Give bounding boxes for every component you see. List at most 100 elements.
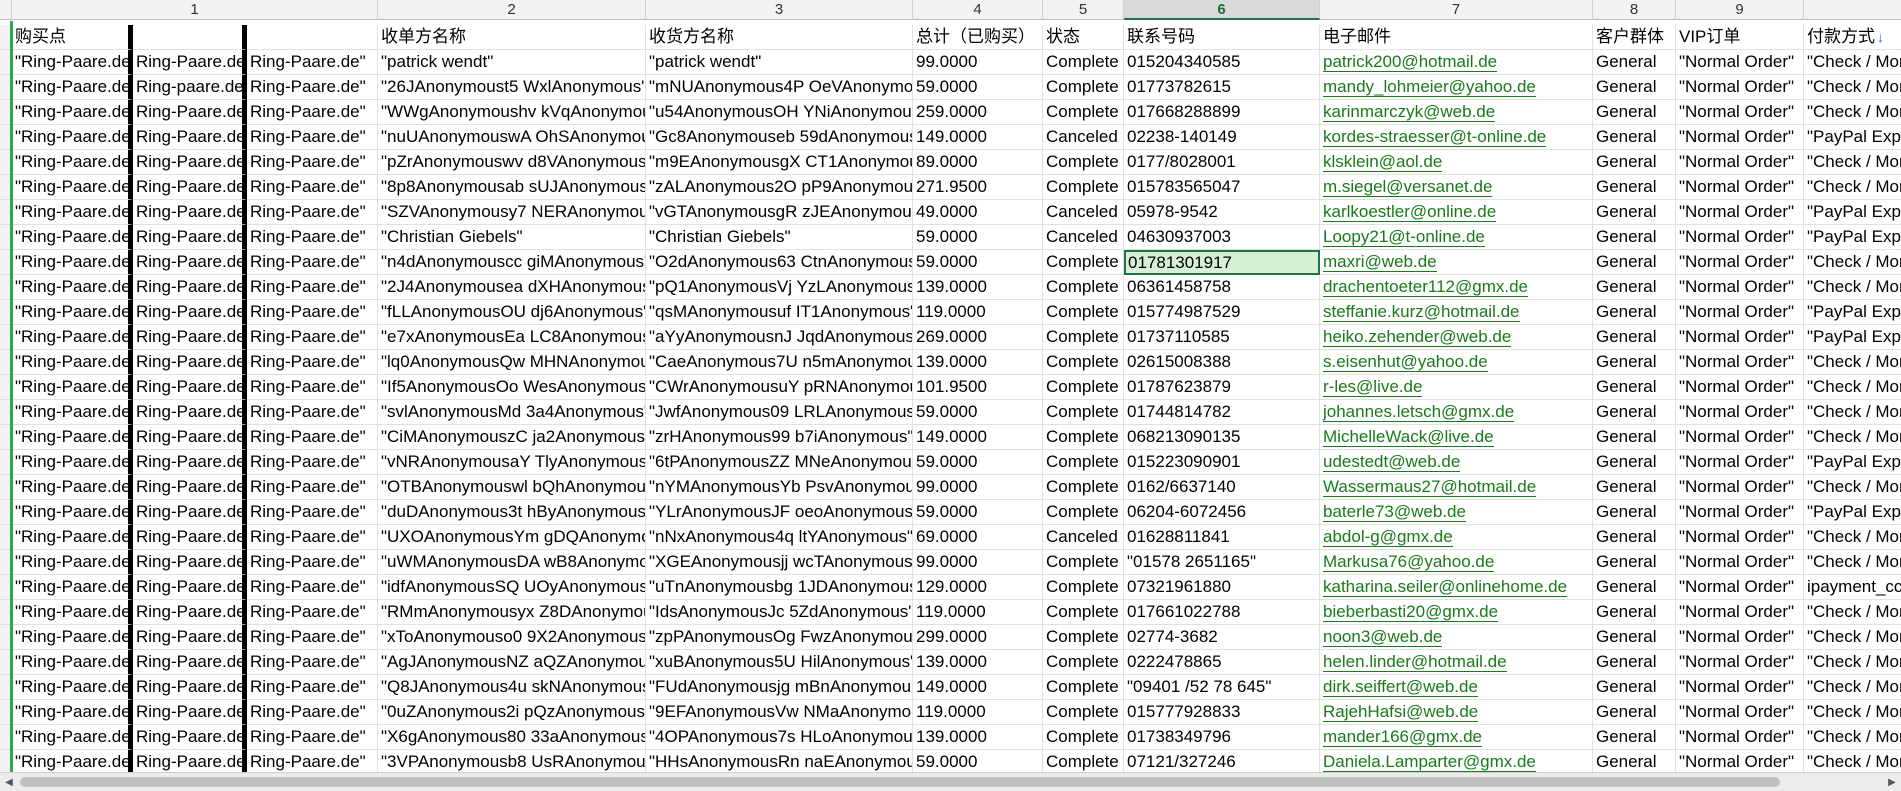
table-cell[interactable]: udestedt@web.de	[1320, 450, 1593, 475]
table-cell[interactable]: "svlAnonymousMd 3a4Anonymous"	[378, 400, 646, 425]
header-cell[interactable]: VIP订单	[1676, 25, 1804, 50]
table-cell[interactable]: "Ring-Paare.de"	[12, 425, 133, 450]
table-cell[interactable]: Ring-Paare.de"	[247, 400, 378, 425]
table-cell[interactable]: "PayPal Express"	[1804, 225, 1901, 250]
email-link[interactable]: RajehHafsi@web.de	[1323, 703, 1479, 722]
table-cell[interactable]: "Normal Order"	[1676, 225, 1804, 250]
table-cell[interactable]: "Check / Money order"	[1804, 550, 1901, 575]
table-cell[interactable]: Ring-Paare.de"	[133, 400, 247, 425]
table-cell[interactable]: Ring-Paare.de"	[133, 625, 247, 650]
table-cell[interactable]: Complete	[1043, 375, 1124, 400]
table-cell[interactable]: Ring-paare.de"	[133, 75, 247, 100]
table-cell[interactable]: General	[1593, 275, 1676, 300]
table-cell[interactable]: Complete	[1043, 500, 1124, 525]
table-cell[interactable]: "Ring-Paare.de"	[12, 625, 133, 650]
table-cell[interactable]: "Ring-Paare.de"	[12, 200, 133, 225]
table-cell[interactable]: 01738349796	[1124, 725, 1320, 750]
table-cell[interactable]: "Check / Money order"	[1804, 150, 1901, 175]
email-link[interactable]: kordes-straesser@t-online.de	[1323, 128, 1547, 147]
table-cell[interactable]: "Normal Order"	[1676, 450, 1804, 475]
table-cell[interactable]: "vNRAnonymousaY TlyAnonymous"	[378, 450, 646, 475]
table-cell[interactable]: 0162/6637140	[1124, 475, 1320, 500]
spreadsheet-grid[interactable]: 1 2 3 4 5 6 7 8 9 购买点 收单方名称 收货方名称 总计（已购买） 状态 联系号码 电子邮件客…	[0, 0, 1901, 775]
table-cell[interactable]: MichelleWack@live.de	[1320, 425, 1593, 450]
table-cell[interactable]: Complete	[1043, 600, 1124, 625]
table-cell[interactable]: "Normal Order"	[1676, 400, 1804, 425]
table-cell[interactable]: heiko.zehender@web.de	[1320, 325, 1593, 350]
table-cell[interactable]: 01787623879	[1124, 375, 1320, 400]
table-cell[interactable]: "n4dAnonymouscc giMAnonymous"	[378, 250, 646, 275]
table-cell[interactable]: Ring-Paare.de"	[247, 75, 378, 100]
table-cell[interactable]: 59.0000	[913, 500, 1043, 525]
active-cell[interactable]: 01781301917	[1124, 250, 1320, 275]
email-link[interactable]: m.siegel@versanet.de	[1323, 178, 1493, 197]
table-cell[interactable]: "Normal Order"	[1676, 375, 1804, 400]
table-cell[interactable]: General	[1593, 475, 1676, 500]
table-cell[interactable]: "Ring-Paare.de"	[12, 500, 133, 525]
table-cell[interactable]: Ring-Paare.de"	[247, 150, 378, 175]
table-cell[interactable]: "SZVAnonymousy7 NERAnonymous"	[378, 200, 646, 225]
table-cell[interactable]: "If5AnonymousOo WesAnonymous"	[378, 375, 646, 400]
table-cell[interactable]: Ring-Paare.de"	[247, 625, 378, 650]
table-cell[interactable]: "Normal Order"	[1676, 475, 1804, 500]
table-cell[interactable]: "nuUAnonymouswA OhSAnonymous"	[378, 125, 646, 150]
table-cell[interactable]: 149.0000	[913, 125, 1043, 150]
table-cell[interactable]: "Check / Money order"	[1804, 50, 1901, 75]
table-cell[interactable]: Ring-Paare.de"	[247, 450, 378, 475]
table-cell[interactable]: Ring-Paare.de"	[133, 475, 247, 500]
table-cell[interactable]: Ring-Paare.de"	[247, 500, 378, 525]
table-cell[interactable]: 269.0000	[913, 325, 1043, 350]
table-cell[interactable]: "4OPAnonymous7s HLoAnonymous"	[646, 725, 913, 750]
table-cell[interactable]: General	[1593, 600, 1676, 625]
table-cell[interactable]: Ring-Paare.de"	[247, 600, 378, 625]
table-cell[interactable]: Complete	[1043, 425, 1124, 450]
table-cell[interactable]: Complete	[1043, 50, 1124, 75]
table-cell[interactable]: 149.0000	[913, 425, 1043, 450]
table-cell[interactable]: Ring-Paare.de"	[133, 350, 247, 375]
table-cell[interactable]: 129.0000	[913, 575, 1043, 600]
table-cell[interactable]: "Ring-Paare.de"	[12, 675, 133, 700]
table-cell[interactable]: "8p8Anonymousab sUJAnonymous"	[378, 175, 646, 200]
table-cell[interactable]: "Normal Order"	[1676, 625, 1804, 650]
table-cell[interactable]: General	[1593, 350, 1676, 375]
table-cell[interactable]: "Q8JAnonymous4u skNAnonymous"	[378, 675, 646, 700]
table-cell[interactable]: "PayPal Express"	[1804, 200, 1901, 225]
table-cell[interactable]: "Ring-Paare.de"	[12, 275, 133, 300]
table-cell[interactable]: 06204-6072456	[1124, 500, 1320, 525]
table-cell[interactable]: "Check / Money order"	[1804, 525, 1901, 550]
table-cell[interactable]: Ring-Paare.de"	[247, 375, 378, 400]
table-cell[interactable]: mander166@gmx.de	[1320, 725, 1593, 750]
table-cell[interactable]: 0177/8028001	[1124, 150, 1320, 175]
table-cell[interactable]: Ring-Paare.de"	[247, 225, 378, 250]
table-cell[interactable]: "Ring-Paare.de"	[12, 325, 133, 350]
table-cell[interactable]: Ring-Paare.de"	[133, 100, 247, 125]
table-cell[interactable]: Ring-Paare.de"	[133, 300, 247, 325]
table-cell[interactable]: 299.0000	[913, 625, 1043, 650]
table-cell[interactable]: "Normal Order"	[1676, 300, 1804, 325]
email-link[interactable]: s.eisenhut@yahoo.de	[1323, 353, 1488, 372]
table-cell[interactable]: "Normal Order"	[1676, 550, 1804, 575]
table-cell[interactable]: Ring-Paare.de"	[133, 550, 247, 575]
table-cell[interactable]: Ring-Paare.de"	[133, 700, 247, 725]
table-cell[interactable]: "xuBAnonymous5U HilAnonymous"	[646, 650, 913, 675]
table-cell[interactable]: "Normal Order"	[1676, 600, 1804, 625]
table-cell[interactable]: "Check / Money order"	[1804, 425, 1901, 450]
table-cell[interactable]: "PayPal Express"	[1804, 125, 1901, 150]
table-cell[interactable]: "Ring-Paare.de"	[12, 100, 133, 125]
email-link[interactable]: heiko.zehender@web.de	[1323, 328, 1512, 347]
table-cell[interactable]: "mNUAnonymous4P OeVAnonymous"	[646, 75, 913, 100]
table-cell[interactable]: Ring-Paare.de"	[247, 575, 378, 600]
column-header-1[interactable]: 1	[12, 0, 378, 20]
table-cell[interactable]: "0uZAnonymous2i pQzAnonymous"	[378, 700, 646, 725]
table-cell[interactable]: "zALAnonymous2O pP9Anonymous"	[646, 175, 913, 200]
table-cell[interactable]: 02238-140149	[1124, 125, 1320, 150]
table-cell[interactable]: Ring-Paare.de"	[247, 325, 378, 350]
table-cell[interactable]: Ring-Paare.de"	[133, 500, 247, 525]
table-cell[interactable]: "Normal Order"	[1676, 650, 1804, 675]
table-cell[interactable]: 59.0000	[913, 450, 1043, 475]
table-cell[interactable]: "O2dAnonymous63 CtnAnonymous"	[646, 250, 913, 275]
table-cell[interactable]: "Check / Money order"	[1804, 475, 1901, 500]
column-header-4[interactable]: 4	[913, 0, 1043, 20]
table-cell[interactable]: 01744814782	[1124, 400, 1320, 425]
table-cell[interactable]: "uTnAnonymousbg 1JDAnonymous"	[646, 575, 913, 600]
